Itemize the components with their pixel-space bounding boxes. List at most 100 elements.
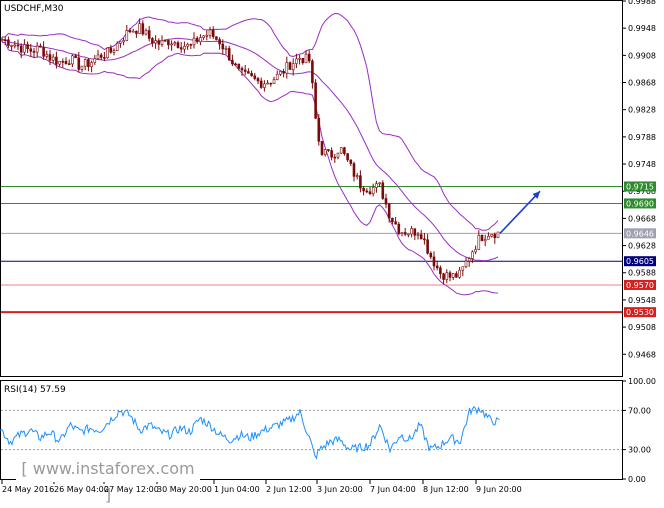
candle-body bbox=[71, 55, 74, 65]
candle-body bbox=[272, 79, 276, 85]
rsi-y-tick-label: 70.00 bbox=[628, 406, 651, 415]
candle-body bbox=[445, 272, 449, 280]
y-tick-label: 0.9788 bbox=[628, 133, 656, 142]
candle-body bbox=[138, 23, 141, 34]
level-tag-text: 0.9605 bbox=[626, 257, 654, 266]
candle-body bbox=[154, 40, 157, 44]
candle-body bbox=[442, 273, 445, 280]
candle-body bbox=[384, 198, 388, 205]
candle-body bbox=[13, 44, 17, 47]
candle-body bbox=[320, 140, 324, 155]
candle-body bbox=[371, 187, 375, 195]
y-tick-label: 0.9668 bbox=[628, 214, 656, 223]
candle-body bbox=[461, 266, 465, 271]
level-tag-text: 0.9690 bbox=[626, 199, 654, 208]
candle-body bbox=[387, 203, 391, 219]
x-tick-label: 9 Jun 20:00 bbox=[476, 485, 522, 494]
candle-body bbox=[352, 163, 356, 177]
candle-body bbox=[157, 40, 161, 45]
candle-body bbox=[61, 60, 65, 63]
candle-body bbox=[189, 44, 193, 46]
candle-body bbox=[349, 159, 353, 164]
candle-body bbox=[423, 238, 426, 241]
candle-body bbox=[96, 54, 100, 59]
candle-body bbox=[496, 231, 500, 239]
candle-body bbox=[455, 273, 458, 278]
candle-body bbox=[269, 82, 273, 85]
candle-body bbox=[419, 234, 423, 240]
candle-body bbox=[109, 47, 113, 53]
x-tick-label: 27 May 12:00 bbox=[104, 485, 159, 494]
level-tag-text: 0.9570 bbox=[626, 281, 654, 290]
candle-body bbox=[7, 39, 10, 46]
candle-body bbox=[58, 60, 61, 65]
candle-body bbox=[451, 273, 455, 278]
candle-body bbox=[227, 48, 231, 61]
candle-body bbox=[160, 40, 164, 45]
candle-body bbox=[173, 42, 177, 45]
candle-body bbox=[301, 57, 305, 64]
x-tick-label: 30 May 20:00 bbox=[157, 485, 212, 494]
candle-body bbox=[167, 40, 170, 46]
candle-body bbox=[368, 191, 372, 195]
candle-body bbox=[391, 217, 394, 222]
candle-body bbox=[106, 47, 109, 59]
candle-body bbox=[135, 30, 138, 34]
candle-body bbox=[64, 61, 68, 64]
candle-body bbox=[237, 63, 241, 69]
watermark-badge: [ www.instaforex.com ] bbox=[16, 456, 200, 504]
level-tag-text: 0.9646 bbox=[626, 229, 654, 238]
candle-body bbox=[80, 65, 84, 70]
candle-body bbox=[343, 147, 346, 154]
y-tick-label: 0.9588 bbox=[628, 269, 656, 278]
candle-body bbox=[119, 41, 122, 44]
candle-body bbox=[307, 53, 311, 62]
candle-body bbox=[208, 29, 212, 36]
candle-body bbox=[333, 156, 337, 159]
candle-body bbox=[211, 29, 215, 38]
candle-body bbox=[471, 251, 474, 259]
candle-body bbox=[147, 30, 151, 39]
candle-body bbox=[205, 35, 209, 37]
candle-body bbox=[381, 182, 385, 199]
candle-body bbox=[327, 149, 330, 151]
time-x-axis: 24 May 2016 26 May 04:0027 May 12:0030 Ma… bbox=[1, 480, 522, 494]
candle-body bbox=[215, 36, 218, 40]
y-tick-label: 0.9868 bbox=[628, 79, 656, 88]
candle-body bbox=[439, 267, 442, 275]
candle-body bbox=[112, 50, 116, 53]
candle-body bbox=[330, 150, 333, 158]
candle-body bbox=[355, 175, 359, 177]
candle-body bbox=[400, 232, 404, 234]
candle-body bbox=[403, 232, 407, 235]
candle-body bbox=[83, 59, 87, 67]
candle-body bbox=[115, 43, 119, 51]
candle-body bbox=[55, 56, 58, 65]
x-tick-label: 3 Jun 20:00 bbox=[317, 485, 363, 494]
y-tick-label: 0.9748 bbox=[628, 160, 656, 169]
candle-body bbox=[458, 269, 461, 278]
main-chart-panel: 0.9988 0.9948 0.9908 0.9868 0.9828 0.9788 0.97… bbox=[0, 0, 656, 377]
candle-body bbox=[416, 234, 420, 236]
candle-body bbox=[304, 53, 308, 64]
candle-body bbox=[103, 57, 106, 59]
candle-body bbox=[122, 40, 125, 43]
candle-body bbox=[0, 39, 4, 41]
level-tag-text: 0.9715 bbox=[626, 182, 654, 191]
candle-body bbox=[125, 30, 129, 41]
watermark-text: [ www.instaforex.com ] bbox=[21, 459, 195, 504]
rsi-label: RSI(14) 57.59 bbox=[4, 385, 66, 395]
candle-body bbox=[487, 235, 490, 240]
rsi-y-tick-label: 100.00 bbox=[628, 377, 656, 386]
candle-body bbox=[93, 58, 97, 63]
candle-body bbox=[263, 83, 266, 88]
candle-body bbox=[23, 44, 26, 53]
candle-body bbox=[141, 23, 145, 35]
candle-body bbox=[183, 45, 186, 50]
x-tick-label: 2 Jun 12:00 bbox=[266, 485, 312, 494]
y-tick-label: 0.9468 bbox=[628, 350, 656, 359]
candle-body bbox=[448, 272, 452, 278]
candle-body bbox=[314, 82, 317, 119]
rsi-y-axis: 100.00 70.00 30.00 0.00 bbox=[622, 377, 656, 484]
candle-body bbox=[291, 63, 295, 70]
